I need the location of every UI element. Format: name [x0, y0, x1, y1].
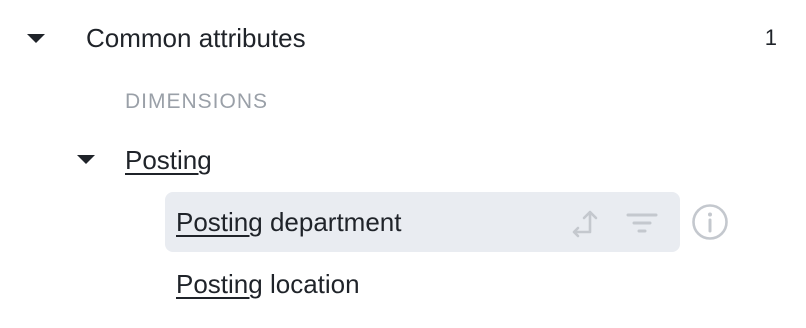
subgroup-label[interactable]: Posting [125, 140, 212, 180]
field-label-rest: department [262, 207, 402, 237]
filter-icon[interactable] [624, 204, 660, 240]
field-label: Posting department [176, 202, 401, 242]
group-count: 1 [764, 25, 777, 50]
field-label: Posting location [176, 264, 360, 304]
field-label-highlight: Posting [176, 269, 263, 299]
caret-down-icon[interactable] [27, 34, 45, 43]
caret-down-icon[interactable] [77, 155, 95, 164]
pivot-arrow-icon[interactable] [568, 204, 604, 240]
field-label-rest: location [262, 269, 360, 299]
field-row-posting-location[interactable]: Posting location [165, 254, 680, 314]
section-label: DIMENSIONS [125, 90, 269, 113]
group-label: Common attributes [86, 23, 306, 53]
info-icon[interactable] [691, 203, 729, 241]
row-actions [568, 192, 660, 252]
field-row-posting-department[interactable]: Posting department [165, 192, 680, 252]
field-label-highlight: Posting [176, 207, 263, 237]
